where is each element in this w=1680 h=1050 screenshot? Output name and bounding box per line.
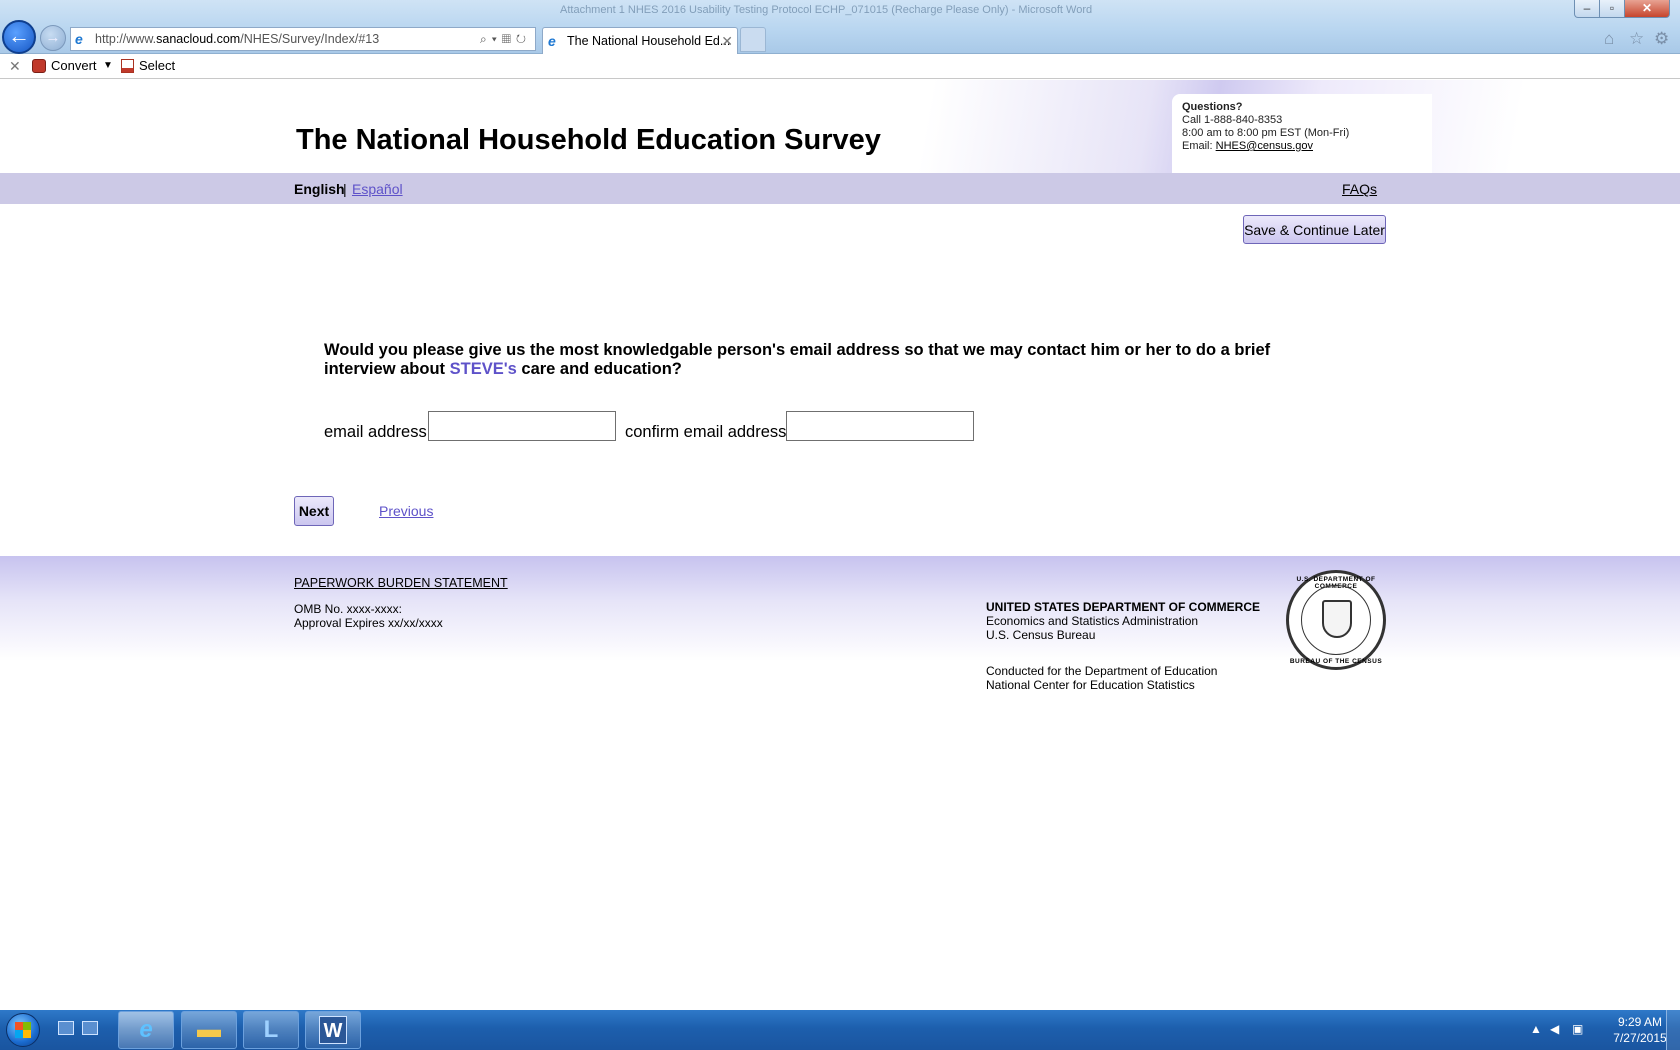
- conducted-line1: Conducted for the Department of Educatio…: [986, 664, 1218, 678]
- question-part2: care and education?: [516, 360, 682, 378]
- clock[interactable]: 9:29 AM 7/27/2015: [1610, 1014, 1670, 1046]
- language-english: English: [294, 181, 345, 197]
- confirm-email-label: confirm email address: [625, 423, 787, 441]
- word-icon: W: [319, 1016, 347, 1044]
- department-info: UNITED STATES DEPARTMENT OF COMMERCE Eco…: [986, 600, 1260, 642]
- minimize-button[interactable]: –: [1574, 0, 1600, 18]
- close-tab-icon[interactable]: ✕: [721, 28, 733, 54]
- system-tray: ▲ ◀ ▣ 9:29 AM 7/27/2015: [1520, 1010, 1680, 1050]
- question-text: Would you please give us the most knowle…: [324, 341, 1344, 379]
- questions-email-label: Email:: [1182, 140, 1216, 152]
- questions-phone: Call 1-888-840-8353: [1182, 114, 1283, 126]
- questions-heading: Questions?: [1182, 101, 1243, 113]
- department-line3: U.S. Census Bureau: [986, 628, 1096, 642]
- email-label: email address: [324, 423, 427, 441]
- maximize-button[interactable]: ▫: [1599, 0, 1625, 18]
- omb-number: OMB No. xxxx-xxxx:: [294, 602, 403, 616]
- gear-icon[interactable]: ⚙: [1654, 29, 1669, 49]
- taskbar-file-explorer[interactable]: ▬: [181, 1011, 237, 1049]
- conducted-for: Conducted for the Department of Educatio…: [986, 664, 1217, 692]
- back-arrow-icon[interactable]: ←: [2, 20, 36, 54]
- window-title: Attachment 1 NHES 2016 Usability Testing…: [560, 4, 1093, 16]
- close-window-button[interactable]: ✕: [1624, 0, 1670, 18]
- save-continue-later-button[interactable]: Save & Continue Later: [1243, 215, 1386, 244]
- conducted-line2: National Center for Education Statistics: [986, 678, 1195, 692]
- page-footer: PAPERWORK BURDEN STATEMENT OMB No. xxxx-…: [0, 556, 1680, 706]
- ie-logo-icon: e: [139, 1016, 153, 1043]
- omb-info: OMB No. xxxx-xxxx: Approval Expires xx/x…: [294, 602, 443, 630]
- taskbar-internet-explorer[interactable]: e: [118, 1011, 174, 1049]
- chevron-down-icon[interactable]: ▼: [103, 54, 113, 78]
- start-button[interactable]: [6, 1013, 40, 1047]
- clock-date: 7/27/2015: [1613, 1031, 1667, 1045]
- language-separator: |: [343, 181, 347, 197]
- lync-icon: L: [263, 1016, 279, 1043]
- page-title: The National Household Education Survey: [296, 124, 881, 156]
- language-bar: English | Español FAQs: [0, 173, 1680, 204]
- confirm-email-field[interactable]: [786, 411, 974, 441]
- search-icon[interactable]: ⌕: [480, 32, 492, 46]
- network-icon[interactable]: ▣: [1572, 1022, 1583, 1036]
- questions-hours: 8:00 am to 8:00 pm EST (Mon-Fri): [1182, 127, 1350, 139]
- compat-view-icon[interactable]: ▦: [502, 32, 516, 46]
- previous-link[interactable]: Previous: [379, 503, 433, 519]
- department-line2: Economics and Statistics Administration: [986, 614, 1199, 628]
- address-tools: ⌕▾▦↻: [480, 28, 531, 50]
- dropdown-icon[interactable]: ▾: [492, 32, 502, 46]
- star-icon[interactable]: ☆: [1629, 29, 1644, 49]
- select-button[interactable]: Select: [139, 54, 175, 78]
- windows-logo-icon: [15, 1022, 31, 1038]
- seal-inner-ring: [1301, 585, 1371, 655]
- new-tab-button[interactable]: [740, 27, 766, 52]
- taskbar-word[interactable]: W: [305, 1011, 361, 1049]
- close-icon[interactable]: ✕: [9, 54, 21, 78]
- command-bar: ✕ Convert ▼ Select: [0, 54, 1680, 79]
- home-icon[interactable]: ⌂: [1604, 29, 1614, 49]
- child-name: STEVE's: [449, 360, 517, 378]
- folder-icon: ▬: [197, 1016, 221, 1043]
- url-host: sanacloud.com: [156, 32, 241, 46]
- ie-logo-icon: e: [548, 33, 556, 49]
- email-field[interactable]: [428, 411, 616, 441]
- refresh-icon[interactable]: ↻: [516, 32, 531, 46]
- tab-title: The National Household Ed...: [567, 34, 731, 48]
- browser-chrome: Attachment 1 NHES 2016 Usability Testing…: [0, 0, 1680, 54]
- language-spanish-link[interactable]: Español: [352, 181, 403, 197]
- browser-tab[interactable]: e The National Household Ed... ✕: [542, 27, 738, 54]
- questions-email-row: Email: NHES@census.gov: [1182, 140, 1432, 153]
- questions-email-link[interactable]: NHES@census.gov: [1216, 140, 1313, 152]
- taskbar: e ▬ L W ▲ ◀ ▣ 9:29 AM 7/27/2015: [0, 1010, 1680, 1050]
- ie-logo-icon: e: [75, 31, 83, 47]
- url-path: /NHES/Survey/Index/#13: [240, 32, 380, 46]
- shield-icon: [1322, 600, 1352, 638]
- chevron-up-icon[interactable]: ▲: [1530, 1022, 1542, 1036]
- page-header: The National Household Education Survey …: [0, 80, 1680, 173]
- volume-icon[interactable]: ◀: [1550, 1022, 1559, 1036]
- forward-arrow-icon[interactable]: →: [40, 25, 66, 51]
- faqs-link[interactable]: FAQs: [1342, 181, 1377, 197]
- clock-time: 9:29 AM: [1617, 1015, 1663, 1029]
- pdf-select-icon[interactable]: [121, 59, 134, 73]
- convert-button[interactable]: Convert: [51, 54, 97, 78]
- pdf-convert-icon[interactable]: [32, 59, 46, 73]
- paperwork-burden-link[interactable]: PAPERWORK BURDEN STATEMENT: [294, 576, 508, 590]
- taskbar-lync[interactable]: L: [243, 1011, 299, 1049]
- show-desktop-icon[interactable]: [58, 1021, 74, 1035]
- commerce-seal-icon: U.S. DEPARTMENT OF COMMERCE BUREAU OF TH…: [1286, 570, 1386, 670]
- approval-expires: Approval Expires xx/xx/xxxx: [294, 616, 443, 630]
- address-bar[interactable]: e http://www.sanacloud.com/NHES/Survey/I…: [70, 27, 536, 51]
- switch-windows-icon[interactable]: [82, 1021, 98, 1035]
- seal-text-bottom: BUREAU OF THE CENSUS: [1289, 658, 1383, 665]
- next-button[interactable]: Next: [294, 496, 334, 526]
- url-scheme: http://www.: [95, 32, 157, 46]
- questions-box: Questions? Call 1-888-840-8353 8:00 am t…: [1172, 94, 1432, 173]
- show-desktop-button[interactable]: [1666, 1010, 1680, 1050]
- department-heading: UNITED STATES DEPARTMENT OF COMMERCE: [986, 600, 1260, 614]
